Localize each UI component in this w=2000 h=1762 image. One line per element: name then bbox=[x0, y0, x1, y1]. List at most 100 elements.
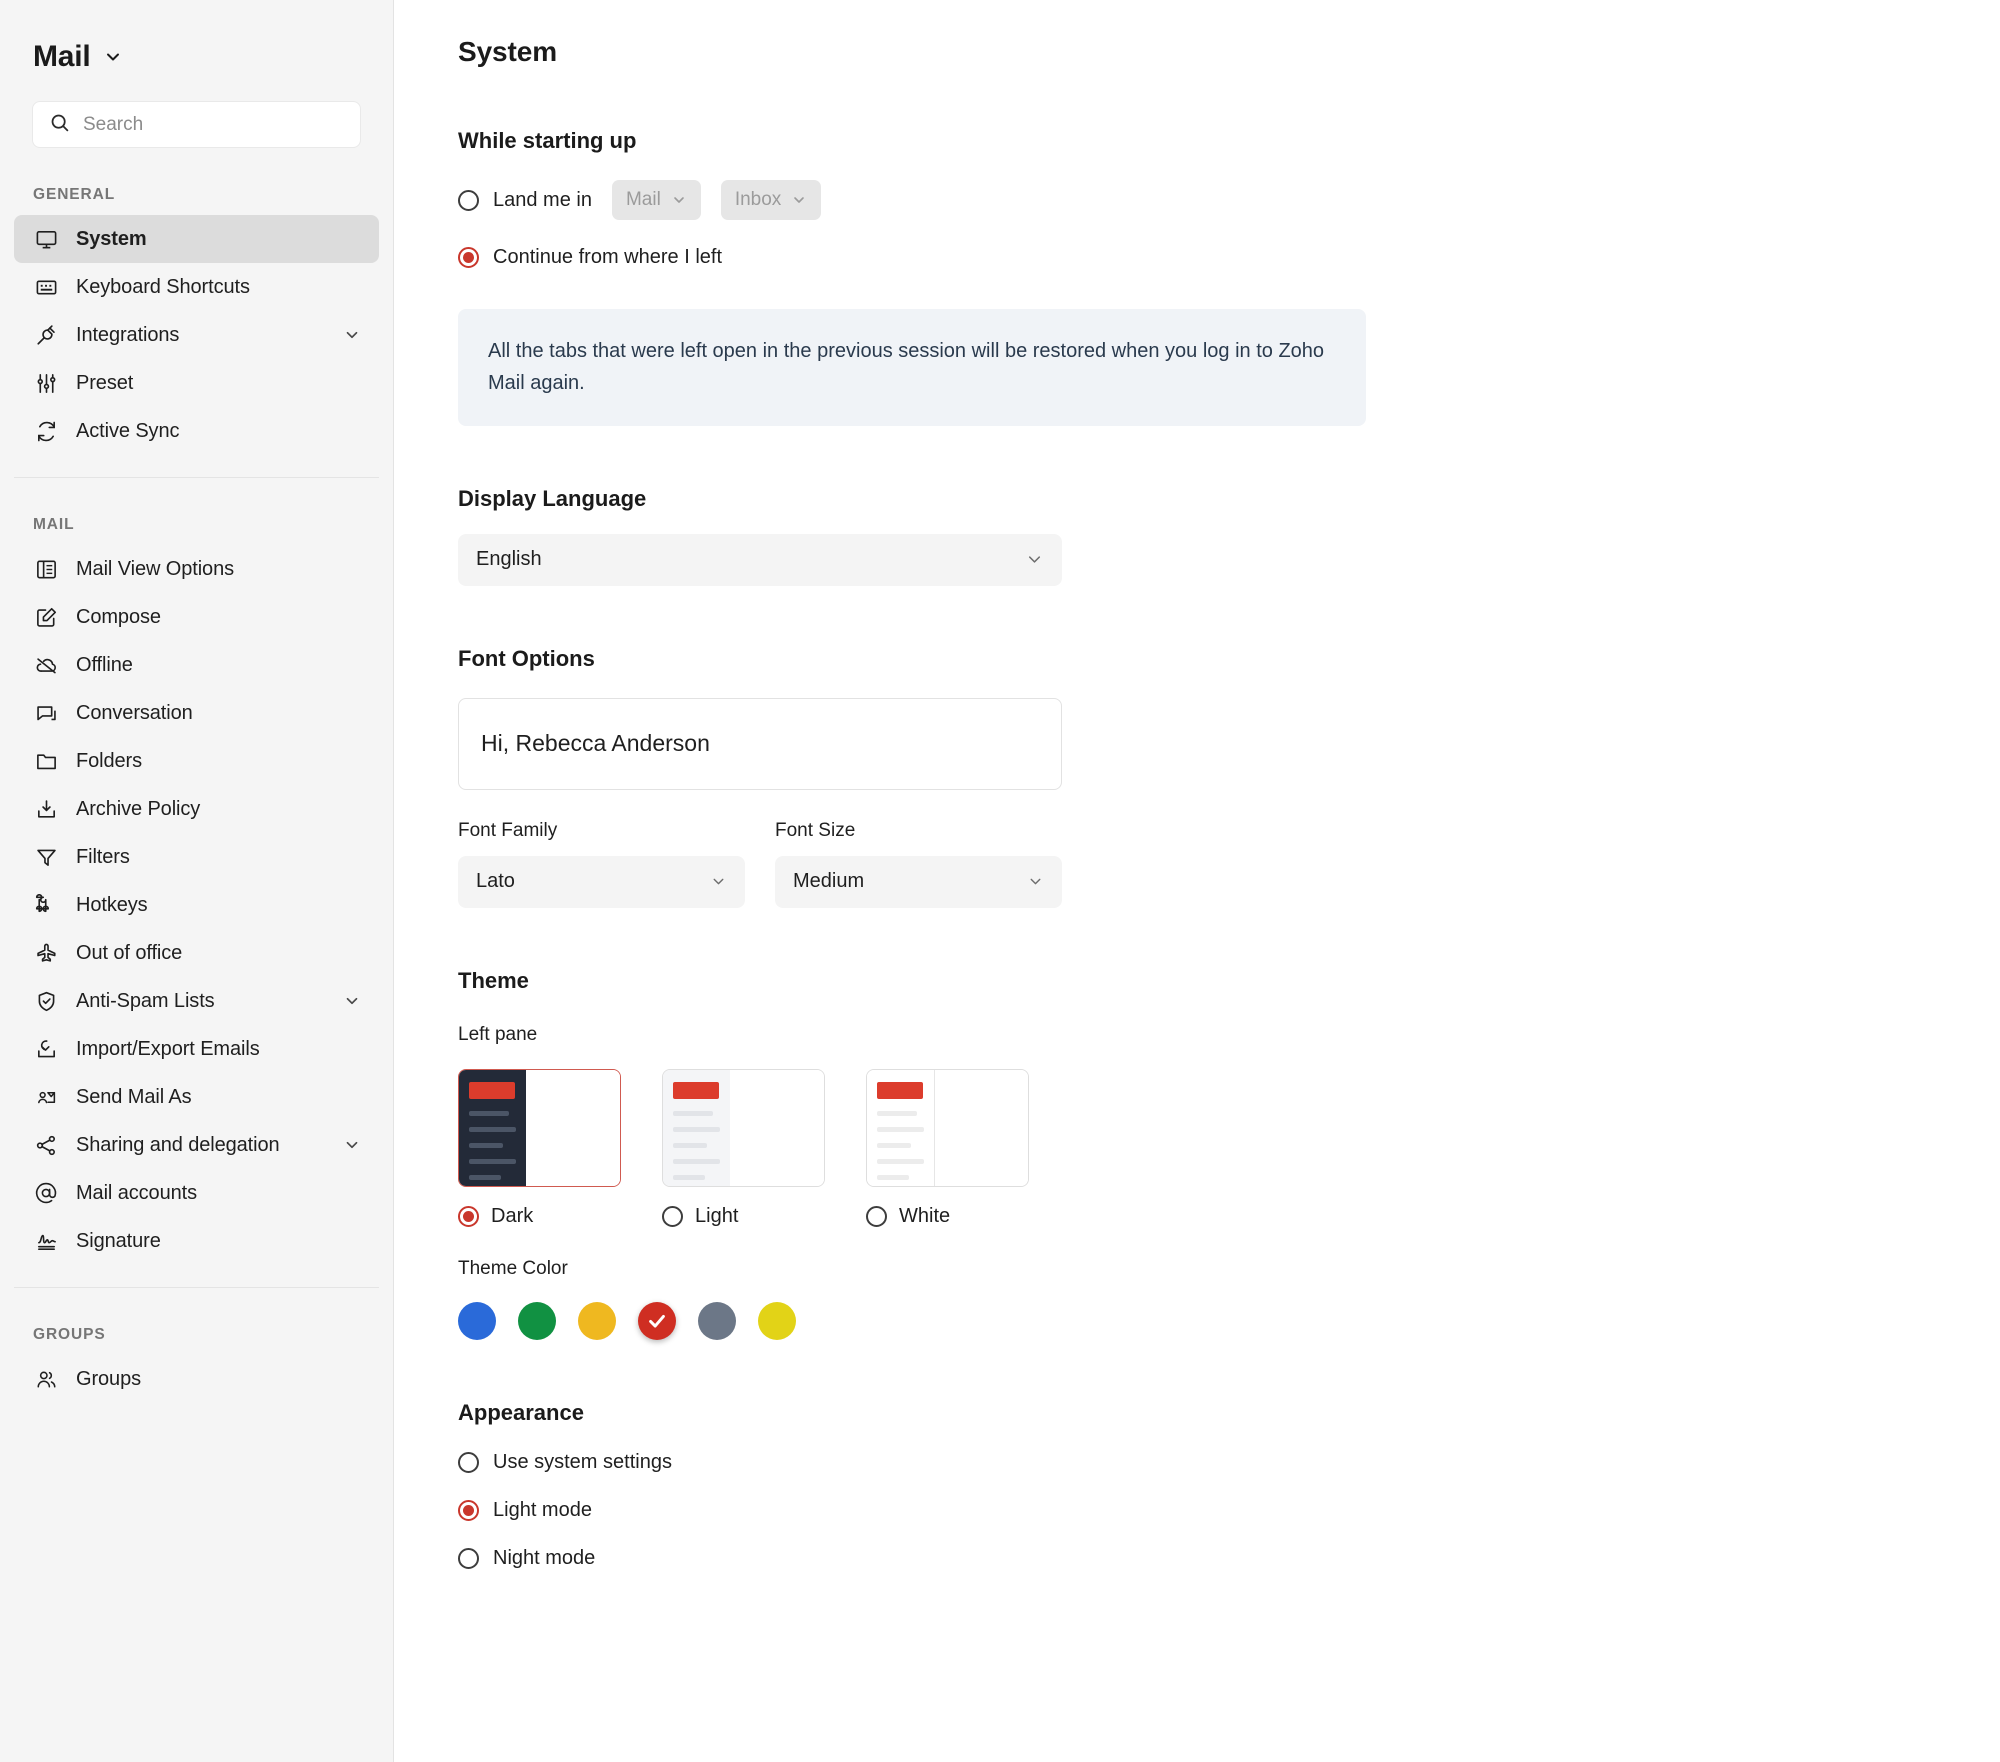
appearance-option-light-mode[interactable]: Light mode bbox=[458, 1499, 2000, 1522]
thumb-line bbox=[469, 1142, 503, 1148]
theme-option-white[interactable]: White bbox=[866, 1068, 1029, 1228]
thumb-left-pane bbox=[867, 1069, 934, 1186]
color-swatch-red[interactable] bbox=[638, 1301, 676, 1340]
theme-thumbnail-light[interactable] bbox=[662, 1068, 825, 1187]
sidebar-item-integrations[interactable]: Integrations bbox=[14, 311, 379, 359]
at-sign-icon bbox=[33, 1180, 59, 1206]
sidebar-item-active-sync[interactable]: Active Sync bbox=[14, 407, 379, 455]
color-swatch-green[interactable] bbox=[518, 1301, 556, 1340]
keyboard-icon bbox=[33, 274, 59, 300]
radio-label: Continue from where I left bbox=[493, 246, 722, 268]
theme-label: Light bbox=[695, 1204, 739, 1227]
startup-option-land-me-in[interactable]: Land me in Mail Inbox bbox=[458, 180, 2000, 220]
signature-icon bbox=[33, 1228, 59, 1254]
sidebar-item-sharing-and-delegation[interactable]: Sharing and delegation bbox=[14, 1121, 379, 1169]
font-size-value: Medium bbox=[793, 870, 865, 893]
sidebar-item-label: Mail View Options bbox=[76, 557, 234, 580]
sidebar-item-keyboard-shortcuts[interactable]: Keyboard Shortcuts bbox=[14, 263, 379, 311]
theme-option-light[interactable]: Light bbox=[662, 1068, 825, 1228]
theme-color-label: Theme Color bbox=[458, 1257, 568, 1279]
brand-switcher[interactable]: Mail bbox=[0, 0, 393, 74]
appearance-option-night-mode[interactable]: Night mode bbox=[458, 1547, 2000, 1570]
font-family-label: Font Family bbox=[458, 819, 558, 841]
radio-theme-white[interactable] bbox=[866, 1205, 887, 1227]
search-box[interactable] bbox=[32, 101, 361, 148]
sidebar-item-import-export-emails[interactable]: Import/Export Emails bbox=[14, 1025, 379, 1073]
thumb-line bbox=[877, 1158, 924, 1164]
sidebar-item-out-of-office[interactable]: Out of office bbox=[14, 929, 379, 977]
radio-use-system-settings[interactable] bbox=[458, 1451, 479, 1473]
theme-option-dark[interactable]: Dark bbox=[458, 1068, 621, 1228]
thumb-line bbox=[673, 1142, 707, 1148]
search-icon bbox=[49, 112, 70, 138]
thumb-line bbox=[877, 1174, 909, 1180]
sidebar-item-conversation[interactable]: Conversation bbox=[14, 689, 379, 737]
search-input[interactable] bbox=[83, 113, 344, 136]
sidebar-item-compose[interactable]: Compose bbox=[14, 593, 379, 641]
chevron-down-icon[interactable] bbox=[343, 1136, 361, 1154]
land-app-dropdown[interactable]: Mail bbox=[611, 180, 701, 220]
startup-option-continue[interactable]: Continue from where I left bbox=[458, 246, 2000, 269]
thumb-line bbox=[673, 1174, 705, 1180]
font-size-select[interactable]: Medium bbox=[775, 855, 1062, 908]
theme-radio-dark-row[interactable]: Dark bbox=[458, 1205, 621, 1228]
sidebar-item-mail-accounts[interactable]: Mail accounts bbox=[14, 1169, 379, 1217]
theme-label: White bbox=[899, 1204, 951, 1227]
sidebar-item-label: System bbox=[76, 227, 147, 250]
sidebar-item-label: Conversation bbox=[76, 701, 193, 724]
theme-radio-white-row[interactable]: White bbox=[866, 1205, 1029, 1228]
color-swatch-slate-gray[interactable] bbox=[698, 1301, 736, 1340]
check-icon bbox=[649, 1314, 665, 1328]
refresh-icon bbox=[33, 418, 59, 444]
sidebar-item-preset[interactable]: Preset bbox=[14, 359, 379, 407]
brand-title: Mail bbox=[33, 40, 91, 73]
section-title-while-starting-up: While starting up bbox=[458, 128, 637, 153]
radio-land-me-in[interactable] bbox=[458, 189, 479, 211]
funnel-icon bbox=[33, 844, 59, 870]
sidebar-nav-groups: Groups bbox=[0, 1355, 393, 1403]
font-family-select[interactable]: Lato bbox=[458, 855, 745, 908]
sidebar-item-label: Groups bbox=[76, 1367, 141, 1390]
theme-thumbnail-white[interactable] bbox=[866, 1068, 1029, 1187]
thumb-left-pane bbox=[459, 1069, 526, 1186]
display-language-value: English bbox=[476, 548, 542, 571]
chevron-down-icon bbox=[1027, 873, 1044, 890]
color-swatch-amber[interactable] bbox=[578, 1301, 616, 1340]
sidebar-item-system[interactable]: System bbox=[14, 215, 379, 263]
import-export-icon bbox=[33, 1036, 59, 1062]
sidebar-item-archive-policy[interactable]: Archive Policy bbox=[14, 785, 379, 833]
radio-theme-dark[interactable] bbox=[458, 1205, 479, 1227]
sidebar-item-send-mail-as[interactable]: Send Mail As bbox=[14, 1073, 379, 1121]
appearance-label: Use system settings bbox=[493, 1450, 672, 1473]
sidebar-item-hotkeys[interactable]: Hotkeys bbox=[14, 881, 379, 929]
land-folder-dropdown[interactable]: Inbox bbox=[720, 180, 822, 220]
sidebar-item-offline[interactable]: Offline bbox=[14, 641, 379, 689]
theme-thumbnail-dark[interactable] bbox=[458, 1068, 621, 1187]
appearance-label: Light mode bbox=[493, 1498, 592, 1521]
chevron-down-icon bbox=[103, 47, 123, 67]
sidebar-item-folders[interactable]: Folders bbox=[14, 737, 379, 785]
color-swatch-yellow[interactable] bbox=[758, 1301, 796, 1340]
layout-icon bbox=[33, 556, 59, 582]
radio-light-mode[interactable] bbox=[458, 1499, 479, 1521]
sidebar-item-filters[interactable]: Filters bbox=[14, 833, 379, 881]
sidebar-item-groups[interactable]: Groups bbox=[14, 1355, 379, 1403]
sidebar-item-label: Active Sync bbox=[76, 419, 180, 442]
appearance-option-use-system-settings[interactable]: Use system settings bbox=[458, 1451, 2000, 1474]
font-preview-input[interactable]: Hi, Rebecca Anderson bbox=[458, 697, 1062, 790]
sidebar-item-signature[interactable]: Signature bbox=[14, 1217, 379, 1265]
theme-radio-light-row[interactable]: Light bbox=[662, 1205, 825, 1228]
chevron-down-icon bbox=[710, 873, 727, 890]
main-content: System While starting up Land me in Mail… bbox=[394, 0, 2000, 1762]
radio-continue-from-where-i-left[interactable] bbox=[458, 247, 479, 268]
sidebar-item-label: Import/Export Emails bbox=[76, 1037, 260, 1060]
chevron-down-icon[interactable] bbox=[343, 992, 361, 1010]
sidebar-item-anti-spam-lists[interactable]: Anti-Spam Lists bbox=[14, 977, 379, 1025]
radio-night-mode[interactable] bbox=[458, 1547, 479, 1569]
color-swatch-blue[interactable] bbox=[458, 1301, 496, 1340]
display-language-select[interactable]: English bbox=[458, 533, 1062, 586]
share-nodes-icon bbox=[33, 1132, 59, 1158]
chevron-down-icon[interactable] bbox=[343, 326, 361, 344]
radio-theme-light[interactable] bbox=[662, 1205, 683, 1227]
sidebar-item-mail-view-options[interactable]: Mail View Options bbox=[14, 545, 379, 593]
